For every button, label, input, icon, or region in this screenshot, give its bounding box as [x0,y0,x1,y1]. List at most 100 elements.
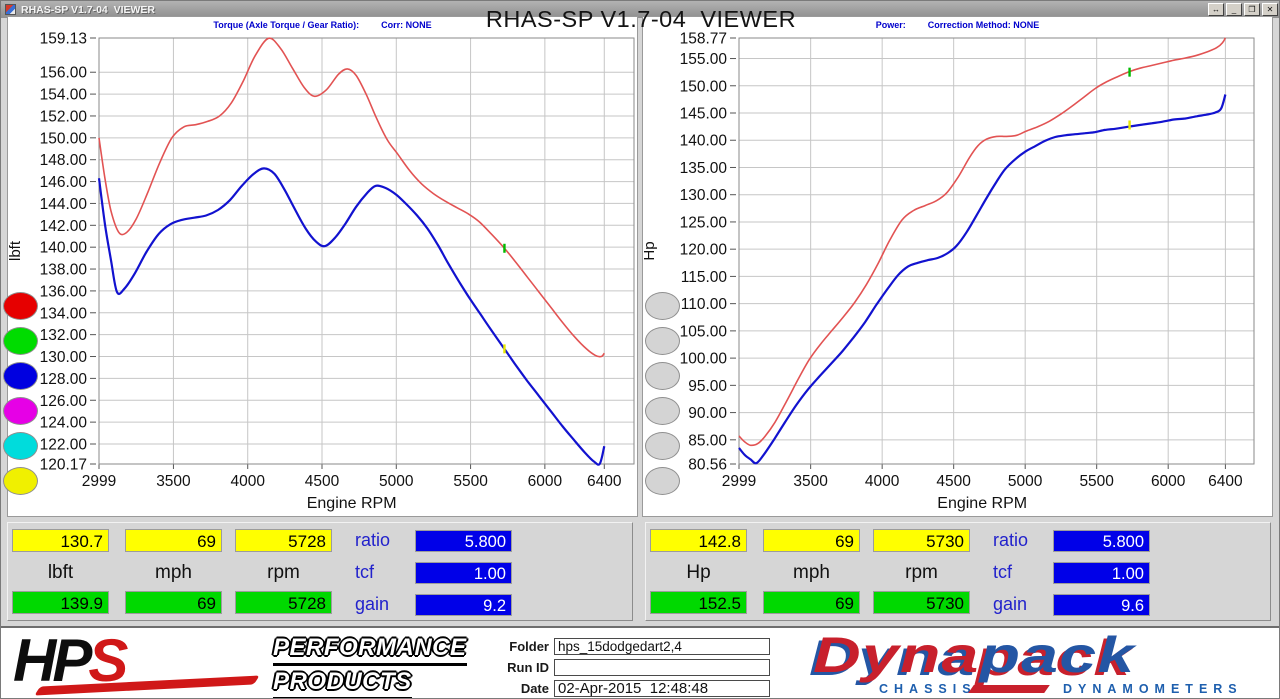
minimize-button[interactable]: _ [1226,3,1242,16]
power-panel-header: Power: Correction Method: NONE [643,20,1272,30]
dynapack-logo-dyna: Dyna [813,627,980,683]
resize-button[interactable]: ↔ [1208,3,1224,16]
power-chart-panel: Power:Correction Method: NONE 158.77155.… [642,16,1273,517]
curve-color-button-disabled-2[interactable] [645,327,680,355]
run-id-input[interactable] [554,659,770,676]
svg-text:6000: 6000 [528,473,563,490]
svg-text:150.00: 150.00 [40,130,88,147]
power-cursor-mph-2: 69 [763,591,860,614]
curve-color-button-4[interactable] [3,397,38,425]
svg-text:144.00: 144.00 [40,196,88,213]
svg-text:150.00: 150.00 [680,78,728,95]
svg-text:158.77: 158.77 [680,31,727,48]
dynapack-dynamometers-text: DYNAMOMETERS [1063,682,1243,696]
ratio-value: 5.800 [1053,530,1150,552]
svg-text:130.00: 130.00 [40,349,88,366]
svg-text:145.00: 145.00 [680,106,728,123]
torque-cursor-rpm-2: 5728 [235,591,332,614]
curve-color-button-disabled-6[interactable] [645,467,680,495]
power-chart: 158.77155.00150.00145.00140.00135.00130.… [643,17,1274,518]
power-cursor-value-2: 152.5 [650,591,747,614]
power-cursor-rpm-2: 5730 [873,591,970,614]
svg-text:4500: 4500 [305,473,340,490]
curve-color-button-6[interactable] [3,467,38,495]
svg-text:124.00: 124.00 [40,415,88,432]
ratio-value: 5.800 [415,530,512,552]
power-cursor-mph: 69 [763,529,860,552]
torque-cursor-mph: 69 [125,529,222,552]
folder-label: Folder [501,639,549,654]
tcf-value: 1.00 [415,562,512,584]
torque-chart-panel: Torque (Axle Torque / Gear Ratio):Corr: … [7,16,638,517]
svg-text:130.00: 130.00 [680,187,728,204]
hps-tagline-performance: PERFORMANCE [273,634,467,666]
curve-color-button-disabled-4[interactable] [645,397,680,425]
rpm-unit-label: rpm [873,562,970,584]
svg-text:5000: 5000 [1008,473,1043,490]
svg-text:5500: 5500 [453,473,488,490]
torque-chart: 159.13156.00154.00152.00150.00148.00146.… [8,17,639,518]
mph-unit-label: mph [763,562,860,584]
svg-text:115.00: 115.00 [681,269,728,286]
svg-text:155.00: 155.00 [680,51,728,68]
svg-text:142.00: 142.00 [40,218,88,235]
dynapack-logo-pack: pack [980,627,1136,683]
gain-label: gain [993,594,1049,615]
svg-text:5500: 5500 [1079,473,1114,490]
svg-text:140.00: 140.00 [40,240,88,257]
gain-value: 9.6 [1053,594,1150,616]
svg-text:126.00: 126.00 [40,393,88,410]
svg-text:105.00: 105.00 [680,323,728,340]
app-window: RHAS-SP V1.7-04 VIEWER ↔ _ ❐ ✕ RHAS-SP V… [0,0,1280,699]
svg-text:4500: 4500 [936,473,971,490]
date-input[interactable] [554,680,770,697]
svg-text:135.00: 135.00 [680,160,728,177]
footer: HPS PERFORMANCE PRODUCTS Folder Run ID D… [1,626,1280,699]
svg-text:146.00: 146.00 [40,174,88,191]
svg-text:136.00: 136.00 [40,283,88,300]
svg-text:Engine RPM: Engine RPM [937,495,1027,512]
curve-color-button-disabled-3[interactable] [645,362,680,390]
svg-text:122.00: 122.00 [40,436,88,453]
svg-text:Hp: Hp [643,241,658,260]
torque-data-table: 130.7 69 5728 lbft mph rpm 139.9 69 5728… [7,522,633,621]
svg-text:132.00: 132.00 [40,327,88,344]
gain-value: 9.2 [415,594,512,616]
restore-button[interactable]: ❐ [1244,3,1260,16]
power-header-corr: Correction Method: NONE [928,20,1040,30]
torque-unit-label: lbft [12,562,109,584]
folder-input[interactable] [554,638,770,655]
svg-text:120.17: 120.17 [40,457,87,474]
svg-text:Engine RPM: Engine RPM [307,495,397,512]
svg-text:138.00: 138.00 [40,262,88,279]
hp-unit-label: Hp [650,562,747,584]
torque-header-corr: Corr: NONE [381,20,432,30]
curve-color-button-5[interactable] [3,432,38,460]
svg-text:6400: 6400 [587,473,622,490]
tcf-label: tcf [993,562,1049,583]
svg-text:85.00: 85.00 [688,432,727,449]
curve-color-button-disabled-1[interactable] [645,292,680,320]
curve-color-button-1[interactable] [3,292,38,320]
curve-color-button-3[interactable] [3,362,38,390]
power-data-table: 142.8 69 5730 Hp mph rpm 152.5 69 5730 r… [645,522,1271,621]
date-label: Date [501,681,549,696]
svg-text:159.13: 159.13 [40,31,87,48]
svg-text:148.00: 148.00 [40,152,88,169]
curve-color-button-disabled-5[interactable] [645,432,680,460]
curve-color-button-2[interactable] [3,327,38,355]
gain-label: gain [355,594,411,615]
svg-text:2999: 2999 [722,473,756,490]
torque-cursor-value: 130.7 [12,529,109,552]
svg-text:95.00: 95.00 [688,378,727,395]
torque-panel-header: Torque (Axle Torque / Gear Ratio):Corr: … [8,20,637,30]
run-id-label: Run ID [501,660,549,675]
ratio-label: ratio [355,530,411,551]
svg-text:120.00: 120.00 [680,242,728,259]
torque-cursor-value-2: 139.9 [12,591,109,614]
power-header-title: Power: [876,20,906,30]
dynapack-chassis-text: CHASSIS [879,682,977,696]
close-button[interactable]: ✕ [1262,3,1278,16]
tcf-label: tcf [355,562,411,583]
svg-text:4000: 4000 [865,473,900,490]
